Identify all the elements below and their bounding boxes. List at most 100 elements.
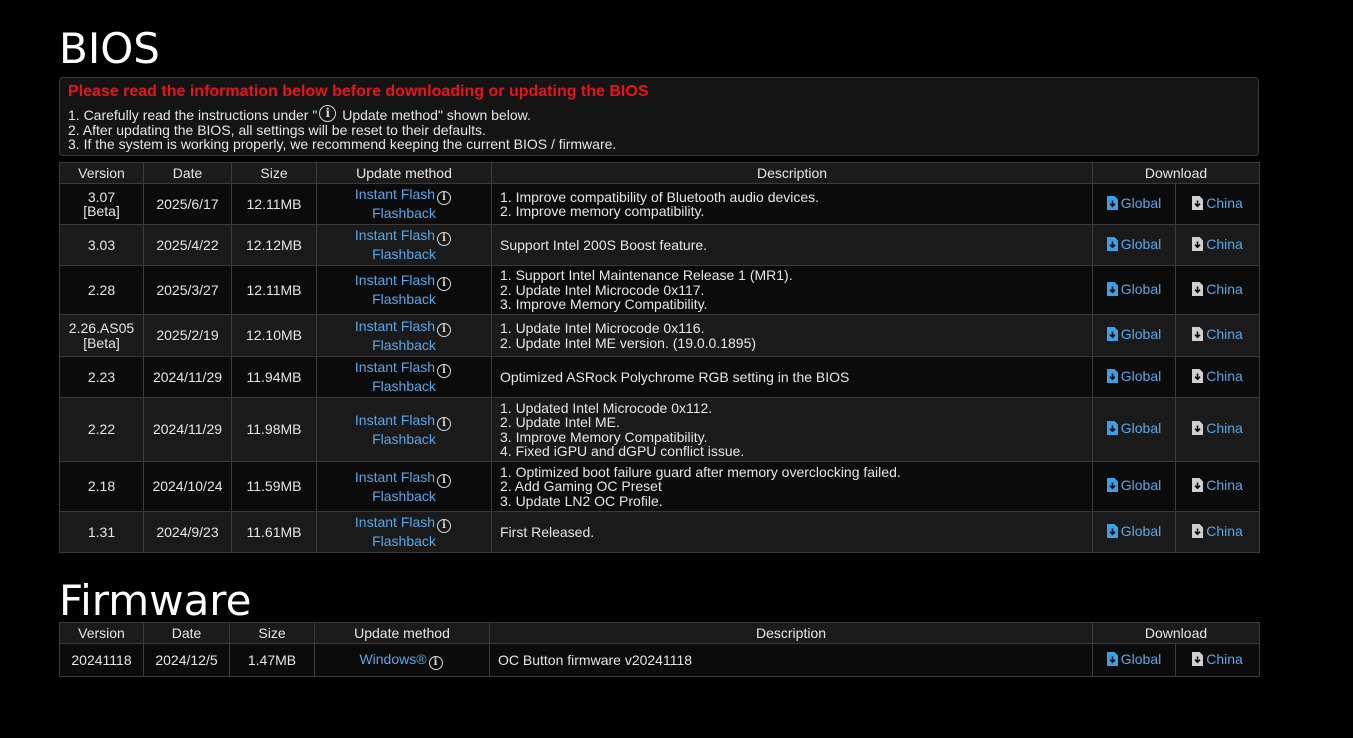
download-china-cell: China bbox=[1174, 265, 1261, 315]
download-china-link[interactable]: China bbox=[1192, 652, 1243, 667]
download-china-label: China bbox=[1206, 326, 1243, 343]
bios-notice: Please read the information below before… bbox=[59, 77, 1259, 156]
info-circle-icon[interactable]: i bbox=[437, 277, 452, 291]
info-circle-icon[interactable]: i bbox=[437, 232, 452, 246]
info-circle-icon[interactable]: i bbox=[437, 364, 452, 378]
date-cell: 2025/2/19 bbox=[143, 314, 232, 357]
file-download-icon bbox=[1106, 368, 1118, 383]
version-cell: 3.03 bbox=[59, 224, 144, 266]
notice-line-1-pre: 1. Carefully read the instructions under… bbox=[68, 107, 318, 123]
download-global-cell: Global bbox=[1092, 397, 1176, 462]
bios-header-update-method: Update method bbox=[316, 162, 492, 184]
description-line: 1. Improve compatibility of Bluetooth au… bbox=[500, 188, 820, 205]
download-china-label: China bbox=[1206, 280, 1243, 297]
download-china-link[interactable]: China bbox=[1192, 421, 1243, 436]
description-cell: Support Intel 200S Boost feature. bbox=[491, 224, 1093, 266]
file-download-icon bbox=[1192, 368, 1204, 383]
update-method-line: Instant Flash i bbox=[317, 186, 491, 205]
version-cell: 2.26.AS05 [Beta] bbox=[59, 314, 144, 357]
download-global-link[interactable]: Global bbox=[1106, 327, 1161, 342]
update-method-link[interactable]: Windows® bbox=[359, 651, 426, 667]
description-cell: 1. Support Intel Maintenance Release 1 (… bbox=[491, 265, 1093, 315]
update-method-link[interactable]: Flashback bbox=[372, 533, 436, 549]
download-global-link[interactable]: Global bbox=[1106, 478, 1161, 493]
firmware-header-update-method: Update method bbox=[314, 622, 490, 644]
download-global-link[interactable]: Global bbox=[1106, 195, 1161, 211]
firmware-header-version: Version bbox=[59, 622, 144, 644]
download-china-cell: China bbox=[1174, 314, 1261, 357]
bios-header-description: Description bbox=[491, 162, 1093, 184]
download-global-cell: Global bbox=[1092, 461, 1176, 512]
download-china-link[interactable]: China bbox=[1192, 282, 1243, 297]
download-china-link[interactable]: China bbox=[1192, 524, 1243, 539]
download-global-link[interactable]: Global bbox=[1106, 368, 1161, 384]
update-method-link[interactable]: Instant Flash bbox=[355, 514, 435, 530]
info-circle-icon[interactable]: i bbox=[437, 322, 452, 337]
update-method-cell: Instant Flash i Flashback bbox=[316, 356, 492, 398]
update-method-link[interactable]: Flashback bbox=[372, 431, 436, 447]
file-download-icon bbox=[1106, 195, 1118, 210]
update-method-line: Instant Flash i bbox=[317, 318, 491, 337]
update-method-link[interactable]: Flashback bbox=[372, 246, 436, 262]
size-cell: 12.10MB bbox=[231, 314, 317, 357]
bios-header-size: Size bbox=[231, 162, 317, 184]
download-global-label: Global bbox=[1120, 235, 1162, 252]
info-circle-icon[interactable]: i bbox=[437, 191, 452, 205]
bios-header-version: Version bbox=[59, 162, 144, 184]
version-text: 2.22 bbox=[87, 421, 116, 438]
info-circle-icon[interactable]: i bbox=[437, 473, 452, 488]
date-cell: 2024/11/29 bbox=[143, 356, 232, 398]
download-china-cell: China bbox=[1174, 643, 1261, 677]
update-method-link[interactable]: Instant Flash bbox=[355, 469, 435, 485]
update-method-cell: Instant Flash i Flashback bbox=[316, 461, 492, 512]
update-method-link[interactable]: Flashback bbox=[372, 337, 436, 353]
download-china-link[interactable]: China bbox=[1192, 196, 1243, 211]
bios-header-date: Date bbox=[143, 162, 232, 184]
update-method-link[interactable]: Flashback bbox=[372, 291, 436, 307]
download-china-cell: China bbox=[1174, 183, 1261, 225]
date-cell: 2024/10/24 bbox=[143, 461, 232, 512]
notice-line-2: 2. After updating the BIOS, all settings… bbox=[68, 121, 486, 138]
update-method-link[interactable]: Flashback bbox=[372, 378, 436, 394]
description-cell: 1. Updated Intel Microcode 0x112. 2. Upda… bbox=[491, 397, 1093, 462]
download-global-cell: Global bbox=[1092, 511, 1176, 553]
update-method-link[interactable]: Flashback bbox=[372, 205, 436, 221]
update-method-link[interactable]: Instant Flash bbox=[355, 272, 435, 288]
version-text: [Beta] bbox=[83, 203, 120, 219]
update-method-cell: Instant Flash i Flashback bbox=[316, 314, 492, 357]
download-china-cell: China bbox=[1174, 224, 1261, 266]
download-china-link[interactable]: China bbox=[1192, 369, 1243, 384]
file-download-icon bbox=[1106, 478, 1118, 493]
download-global-link[interactable]: Global bbox=[1106, 421, 1161, 436]
download-global-link[interactable]: Global bbox=[1106, 524, 1161, 539]
update-method-link[interactable]: Instant Flash bbox=[355, 359, 435, 375]
download-china-link[interactable]: China bbox=[1192, 478, 1243, 493]
update-method-link[interactable]: Instant Flash bbox=[355, 186, 435, 202]
update-method-line: Instant Flash i bbox=[317, 412, 491, 431]
file-download-icon bbox=[1106, 327, 1118, 342]
update-method-link[interactable]: Instant Flash bbox=[355, 227, 435, 243]
update-method-cell: Instant Flash i Flashback bbox=[316, 511, 492, 553]
update-method-link[interactable]: Instant Flash bbox=[355, 412, 435, 428]
firmware-header-size: Size bbox=[229, 622, 315, 644]
update-method-link[interactable]: Flashback bbox=[372, 488, 436, 504]
download-china-link[interactable]: China bbox=[1192, 327, 1243, 342]
update-method-link[interactable]: Instant Flash bbox=[355, 318, 435, 334]
download-china-link[interactable]: China bbox=[1192, 237, 1243, 252]
size-cell: 11.98MB bbox=[231, 397, 317, 462]
info-circle-icon[interactable]: i bbox=[437, 416, 452, 431]
firmware-section: Firmware bbox=[59, 580, 1259, 622]
update-method-line: Instant Flash i bbox=[317, 359, 491, 378]
version-cell: 2.18 bbox=[59, 461, 144, 512]
description-cell: 1. Update Intel Microcode 0x116. 2. Updat… bbox=[491, 314, 1093, 357]
date-cell: 2024/9/23 bbox=[143, 511, 232, 553]
table-row: 3.07 [Beta] 2025/6/17 12.11MB Instant Flash i… bbox=[59, 183, 1261, 225]
download-global-link[interactable]: Global bbox=[1106, 652, 1161, 667]
download-global-link[interactable]: Global bbox=[1106, 282, 1161, 297]
description-line: 1. Optimized boot failure guard after me… bbox=[500, 463, 901, 480]
info-circle-icon[interactable]: i bbox=[437, 519, 452, 533]
version-text: 1.31 bbox=[87, 523, 116, 540]
info-circle-icon[interactable]: i bbox=[428, 655, 443, 670]
version-cell: 2.22 bbox=[59, 397, 144, 462]
download-global-link[interactable]: Global bbox=[1106, 235, 1162, 252]
